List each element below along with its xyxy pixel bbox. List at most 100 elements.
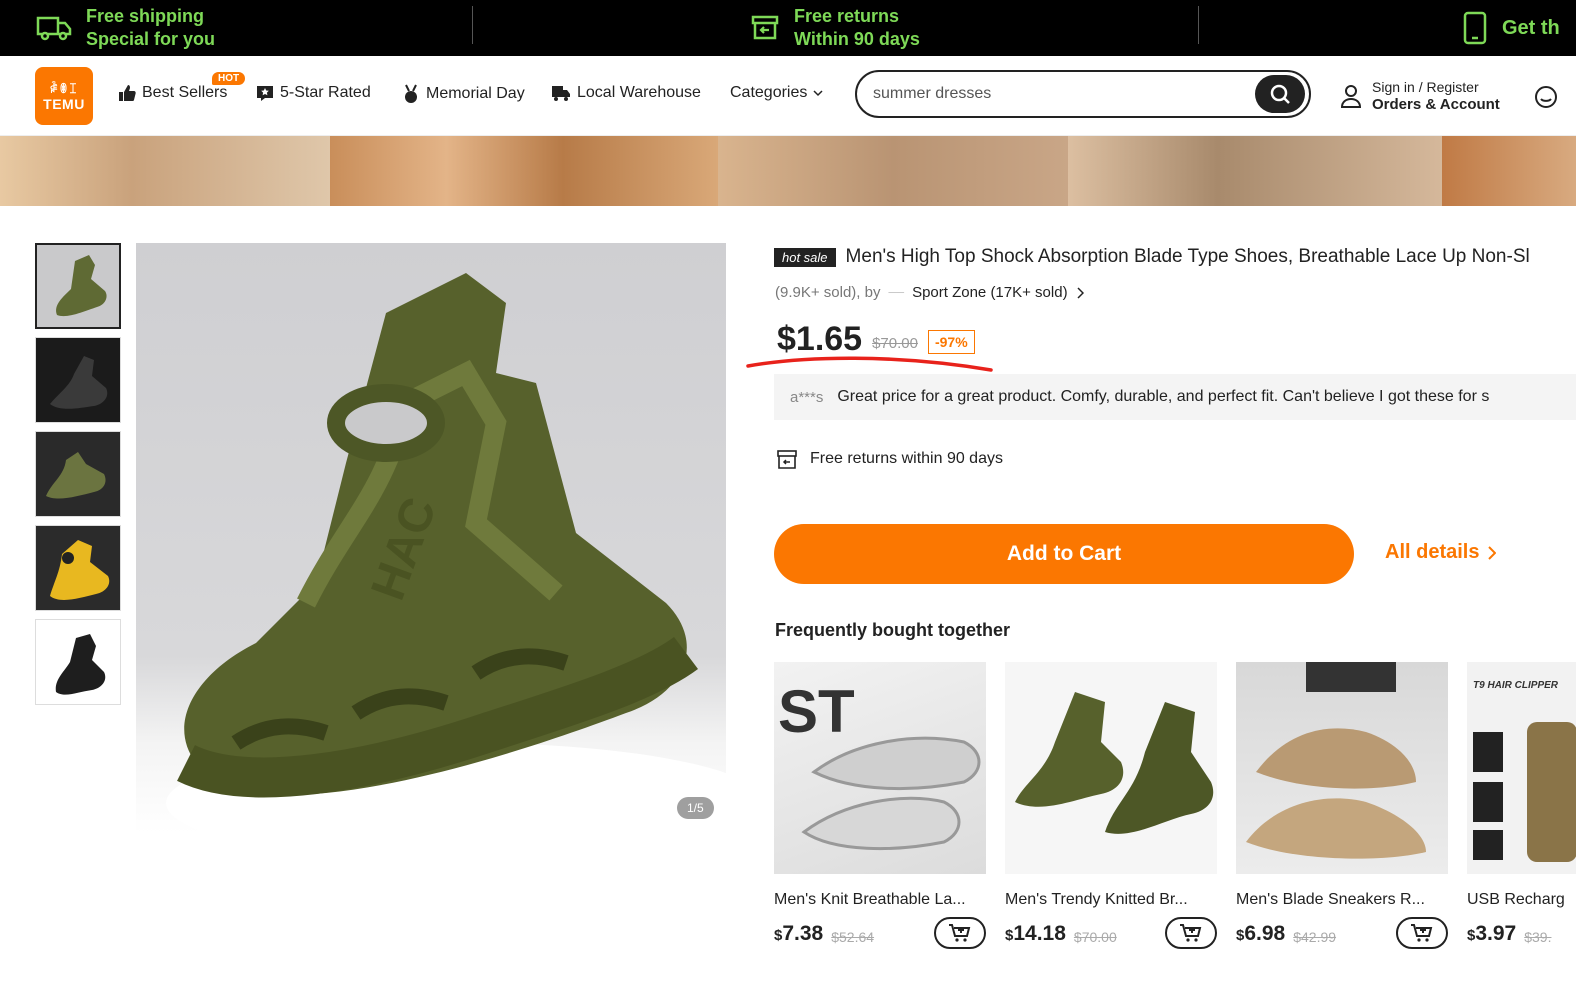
main-product-image[interactable]: HAC — [136, 243, 726, 833]
nav-local-warehouse[interactable]: Local Warehouse — [551, 84, 701, 102]
banner-segment — [1068, 136, 1442, 206]
nav-categories-label: Categories — [730, 84, 808, 101]
promo-divider — [472, 6, 473, 44]
thumbnail-1[interactable] — [35, 243, 121, 329]
chat-support-icon — [1535, 86, 1557, 108]
green-high-top-shoe-image: HAC — [166, 273, 726, 833]
fbt-card[interactable]: T9 HAIR CLIPPER USB Recharg $3.97 $39. — [1467, 662, 1576, 949]
fbt-card-image[interactable]: ST — [774, 662, 986, 874]
nav-local-warehouse-label: Local Warehouse — [577, 84, 701, 101]
fbt-card-price: $7.38 — [774, 922, 823, 946]
promo-returns-line2: Within 90 days — [794, 29, 920, 49]
fbt-card-image[interactable]: T9 HAIR CLIPPER — [1467, 662, 1576, 874]
tan-blade-sneakers-image — [1246, 662, 1426, 859]
fbt-card[interactable]: ST Men's Knit Breathable La... $7.38 $52… — [774, 662, 986, 949]
support-button[interactable] — [1533, 84, 1559, 115]
thumbnail-4[interactable] — [35, 525, 121, 611]
banner-segment — [330, 136, 718, 206]
green-shoe-thumb-image — [56, 255, 107, 317]
site-header: ꍁꂦꀤ TEMU Best Sellers HOT 5-Star Rated M… — [0, 56, 1576, 136]
fbt-card-name: Men's Blade Sneakers R... — [1236, 891, 1425, 908]
fbt-card[interactable]: Men's Blade Sneakers R... $6.98 $42.99 — [1236, 662, 1448, 949]
logo-glyphs: ꍁꂦꀤ — [49, 83, 79, 96]
cart-plus-icon — [1180, 924, 1202, 942]
thumbnail-5[interactable] — [35, 619, 121, 705]
fbt-card-image[interactable] — [1005, 662, 1217, 874]
thumbnail-2[interactable] — [35, 337, 121, 423]
green-shoe-pair-thumb-image — [46, 452, 106, 499]
fbt-card-price: $14.18 — [1005, 922, 1066, 946]
nav-best-sellers[interactable]: Best Sellers — [118, 84, 227, 102]
thumbnail-3[interactable] — [35, 431, 121, 517]
temu-logo[interactable]: ꍁꂦꀤ TEMU — [35, 67, 93, 125]
logo-text: TEMU — [43, 95, 85, 112]
free-returns-info[interactable]: Free returns within 90 days — [776, 448, 1003, 470]
promo-returns-line1: Free returns — [794, 6, 900, 26]
promo-free-returns[interactable]: Free returns Within 90 days — [750, 0, 920, 56]
black-shoe-white-bg-thumb-image — [55, 634, 106, 695]
sold-count: (9.9K+ sold), by — [775, 284, 881, 301]
review-snippet[interactable]: a***s Great price for a great product. C… — [774, 374, 1576, 420]
promo-app-text: Get th — [1502, 16, 1560, 39]
banner-segment — [0, 136, 330, 206]
promo-banner-strip[interactable] — [0, 136, 1576, 206]
fbt-card-price-value: 6.98 — [1244, 922, 1286, 945]
search-icon — [1270, 84, 1290, 104]
nav-five-star[interactable]: 5-Star Rated — [256, 84, 371, 102]
return-box-icon — [751, 15, 779, 40]
search-input[interactable] — [873, 82, 1243, 106]
free-returns-label: Free returns within 90 days — [810, 450, 1003, 467]
image-counter: 1/5 — [677, 797, 714, 819]
hair-clipper-image — [1473, 722, 1576, 862]
fbt-add-to-cart-button[interactable] — [1396, 917, 1448, 949]
review-text: Great price for a great product. Comfy, … — [837, 388, 1490, 405]
banner-segment — [1442, 136, 1576, 206]
red-underline-annotation — [746, 356, 993, 372]
search-button[interactable] — [1255, 75, 1305, 113]
fbt-add-to-cart-button[interactable] — [1165, 917, 1217, 949]
account-menu[interactable]: Sign in / Register Orders & Account — [1340, 78, 1500, 114]
fbt-card-original-price: $70.00 — [1073, 928, 1117, 945]
chevron-right-icon — [1077, 286, 1084, 299]
nav-memorial-day[interactable]: Memorial Day — [402, 84, 525, 104]
store-link[interactable]: Sport Zone (17K+ sold) — [912, 284, 1068, 301]
chevron-right-icon — [1488, 545, 1497, 560]
fbt-card-price-value: 14.18 — [1013, 922, 1066, 945]
black-shoe-thumb-image — [50, 356, 108, 409]
fbt-card-original-price: $39. — [1524, 928, 1552, 945]
phone-icon — [1463, 11, 1487, 45]
promo-shipping-line1: Free shipping — [86, 6, 205, 26]
return-box-icon — [777, 450, 797, 469]
all-details-link[interactable]: All details — [1385, 541, 1497, 564]
product-title-row: hot sale Men's High Top Shock Absorption… — [774, 246, 1576, 268]
promo-free-shipping[interactable]: Free shipping Special for you — [36, 0, 215, 56]
hair-clipper-image-label: T9 HAIR CLIPPER — [1473, 680, 1559, 691]
search-bar — [855, 70, 1311, 118]
fbt-card-image[interactable] — [1236, 662, 1448, 874]
user-icon — [1340, 85, 1362, 108]
fbt-add-to-cart-button[interactable] — [934, 917, 986, 949]
nav-memorial-day-label: Memorial Day — [426, 85, 525, 102]
fbt-card-price: $6.98 — [1236, 922, 1285, 946]
fbt-card-price: $3.97 — [1467, 922, 1516, 946]
all-details-label: All details — [1385, 541, 1480, 563]
promo-get-app[interactable]: Get th — [1462, 0, 1560, 56]
store-logo-icon: ── — [888, 286, 905, 299]
fbt-card-original-price: $52.64 — [831, 928, 875, 945]
svg-text:ST: ST — [778, 678, 855, 745]
promo-bar: Free shipping Special for you Free retur… — [0, 0, 1576, 56]
cart-plus-icon — [949, 924, 971, 942]
fbt-title: Frequently bought together — [775, 620, 1010, 640]
fbt-card-original-price: $42.99 — [1293, 928, 1337, 945]
sold-info: (9.9K+ sold), by ── Sport Zone (17K+ sol… — [775, 284, 1084, 301]
banner-segment — [718, 136, 1068, 206]
promo-divider — [1198, 6, 1199, 44]
hot-badge: HOT — [212, 72, 246, 85]
add-to-cart-button[interactable]: Add to Cart — [774, 524, 1354, 584]
nav-categories[interactable]: Categories — [730, 84, 823, 102]
fbt-card-name: USB Recharg — [1467, 891, 1565, 908]
yellow-shoe-thumb-image — [50, 540, 110, 600]
fbt-card[interactable]: Men's Trendy Knitted Br... $14.18 $70.00 — [1005, 662, 1217, 949]
promo-returns-text: Free returns Within 90 days — [794, 5, 920, 51]
fbt-card-name: Men's Trendy Knitted Br... — [1005, 891, 1188, 908]
